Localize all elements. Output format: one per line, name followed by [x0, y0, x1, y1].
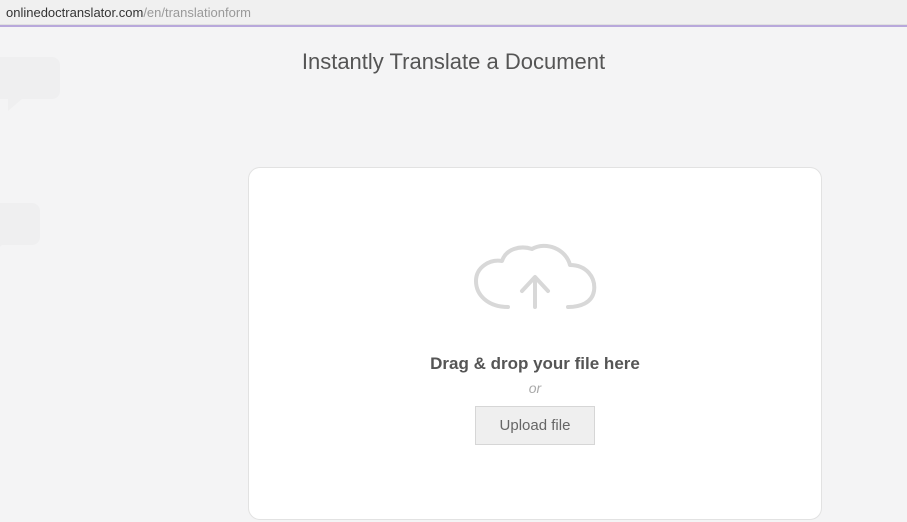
page-title: Instantly Translate a Document: [0, 27, 907, 75]
upload-file-button[interactable]: Upload file: [475, 406, 596, 445]
address-bar[interactable]: onlinedoctranslator.com/en/translationfo…: [0, 0, 907, 25]
chat-bubble-decor-icon: [0, 197, 48, 261]
dropzone-instruction: Drag & drop your file here: [430, 354, 640, 374]
chat-bubble-decor-icon: [0, 51, 68, 115]
page-body: Instantly Translate a Document Drag & dr…: [0, 27, 907, 522]
or-label: or: [529, 380, 541, 396]
cloud-upload-icon: [468, 243, 602, 332]
url-path: /en/translationform: [143, 5, 251, 20]
upload-dropzone[interactable]: Drag & drop your file here or Upload fil…: [248, 167, 822, 520]
url-domain: onlinedoctranslator.com: [6, 5, 143, 20]
